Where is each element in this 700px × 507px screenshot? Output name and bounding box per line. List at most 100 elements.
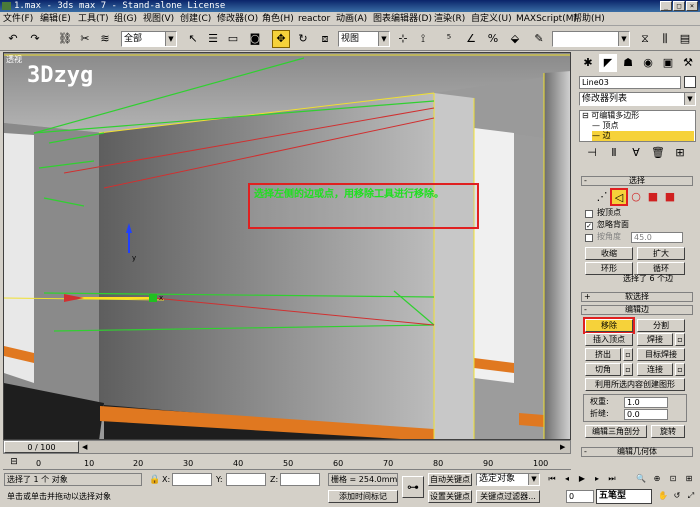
menu-help[interactable]: 帮助(H) [573, 13, 605, 25]
bind-space-warp-icon[interactable]: ≋ [96, 30, 114, 48]
maximize-button[interactable]: □ [673, 1, 685, 11]
by-angle-checkbox[interactable] [585, 234, 593, 242]
angle-snap-icon[interactable]: ∠ [462, 30, 480, 48]
track-bar[interactable]: ⊟ 0 10 20 30 40 50 60 70 80 90 100 [3, 455, 571, 470]
key-filters-button[interactable]: 关键点过滤器... [476, 490, 540, 503]
ignore-backfacing-checkbox[interactable]: ✓ [585, 222, 593, 230]
soft-selection-rollout-header[interactable]: + 软选择 [581, 292, 693, 302]
modifier-stack[interactable]: ⊟ 可编辑多边形 — 顶点 — 边 [579, 110, 696, 142]
edge-level-icon[interactable]: ◁ [610, 188, 628, 206]
menu-modifiers[interactable]: 修改器(O) [217, 13, 258, 25]
menu-reactor[interactable]: reactor [298, 13, 330, 25]
pivot-center-icon[interactable]: ⊹ [394, 30, 412, 48]
weight-spinner[interactable]: 1.0 [624, 397, 668, 408]
spinner-snap-icon[interactable]: ⬙ [506, 30, 524, 48]
current-frame-field[interactable]: 0 [566, 490, 594, 503]
show-end-result-icon[interactable]: Ⅱ [605, 144, 623, 162]
x-coordinate-field[interactable] [172, 473, 212, 486]
target-weld-button[interactable]: 目标焊接 [637, 348, 685, 361]
bridge-button[interactable]: 连接 [637, 363, 673, 376]
selection-rollout-header[interactable]: - 选择 [581, 176, 693, 186]
pan-icon[interactable]: ✋ [656, 489, 670, 503]
menu-character[interactable]: 角色(H) [262, 13, 294, 25]
menu-maxscript[interactable]: MAXScript(M) [516, 13, 577, 25]
menu-rendering[interactable]: 渲染(R) [434, 13, 465, 25]
menu-create[interactable]: 创建(C) [180, 13, 211, 25]
display-tab-icon[interactable]: ▣ [659, 54, 677, 72]
insert-vertex-button[interactable]: 插入顶点 [585, 333, 633, 346]
named-selection-set-field[interactable]: ▼ [552, 31, 630, 47]
crease-spinner[interactable]: 0.0 [624, 409, 668, 420]
arc-rotate-icon[interactable]: ↺ [670, 489, 684, 503]
open-mini-curve-editor-icon[interactable]: ⊟ [5, 453, 23, 471]
layer-manager-icon[interactable]: ▤ [676, 30, 694, 48]
perspective-viewport[interactable]: 透视 3Dzyg x y 选择左侧的边或点，用移除工具进行移除。 [3, 52, 571, 440]
make-unique-icon[interactable]: ∀ [627, 144, 645, 162]
menu-file[interactable]: 文件(F) [3, 13, 33, 25]
stack-item-editable-poly[interactable]: ⊟ 可编辑多边形 [582, 111, 639, 121]
select-and-scale-icon[interactable]: ⧈ [316, 30, 334, 48]
key-set-dropdown[interactable]: 选定对象 ▼ [476, 473, 540, 486]
key-mode-icon[interactable]: ⊶ [402, 476, 424, 498]
configure-modifier-sets-icon[interactable]: ⊞ [671, 144, 689, 162]
z-coordinate-field[interactable] [280, 473, 320, 486]
time-slider-track[interactable]: 0 / 100 ◀ ▶ [3, 440, 571, 454]
modify-tab-icon[interactable]: ◤ [599, 54, 617, 72]
unlink-icon[interactable]: ✂ [76, 30, 94, 48]
select-manipulate-icon[interactable]: ⟟ [414, 30, 432, 48]
select-and-move-icon[interactable]: ✥ [272, 30, 290, 48]
play-icon[interactable]: ▶ [575, 472, 589, 486]
percent-snap-icon[interactable]: % [484, 30, 502, 48]
mirror-icon[interactable]: ⧖ [636, 30, 654, 48]
minimize-button[interactable]: _ [660, 1, 672, 11]
next-frame-icon[interactable]: ▸ [590, 472, 604, 486]
time-next-icon[interactable]: ▶ [560, 443, 565, 451]
selection-filter-dropdown[interactable]: 全部 ▼ [121, 31, 177, 47]
hierarchy-tab-icon[interactable]: ☗ [619, 54, 637, 72]
menu-customize[interactable]: 自定义(U) [471, 13, 512, 25]
pin-stack-icon[interactable]: ⊣ [583, 144, 601, 162]
menu-views[interactable]: 视图(V) [143, 13, 174, 25]
motion-tab-icon[interactable]: ◉ [639, 54, 657, 72]
ime-indicator[interactable]: 五笔型 [596, 489, 652, 504]
set-key-button[interactable]: 设置关键点 [428, 490, 472, 503]
polygon-level-icon[interactable]: ■ [644, 188, 662, 206]
reference-coordinate-dropdown[interactable]: 视图 ▼ [338, 31, 390, 47]
rectangular-selection-icon[interactable]: ▭ [224, 30, 242, 48]
viewport-label[interactable]: 透视 [6, 55, 22, 65]
weld-settings-button[interactable]: ▫ [675, 333, 685, 346]
edit-geometry-rollout-header[interactable]: - 编辑几何体 [581, 447, 693, 457]
bridge-settings-button[interactable]: ▫ [675, 363, 685, 376]
angle-spinner[interactable]: 45.0 [631, 232, 683, 243]
border-level-icon[interactable]: ○ [627, 188, 645, 206]
redo-icon[interactable]: ↷ [26, 30, 44, 48]
time-prev-icon[interactable]: ◀ [82, 443, 87, 451]
utilities-tab-icon[interactable]: ⚒ [679, 54, 697, 72]
vertex-level-icon[interactable]: ⋰ [593, 188, 611, 206]
turn-button[interactable]: 旋转 [651, 425, 685, 438]
maximize-viewport-icon[interactable]: ⤢ [684, 489, 698, 503]
edit-triangulation-button[interactable]: 编辑三角剖分 [585, 425, 647, 438]
chamfer-settings-button[interactable]: ▫ [623, 363, 633, 376]
menu-tools[interactable]: 工具(T) [78, 13, 109, 25]
split-button[interactable]: 分割 [637, 319, 685, 332]
extrude-button[interactable]: 挤出 [585, 348, 621, 361]
object-name-field[interactable]: Line03 [579, 76, 681, 89]
chamfer-button[interactable]: 切角 [585, 363, 621, 376]
undo-icon[interactable]: ↶ [4, 30, 22, 48]
by-vertex-checkbox[interactable] [585, 210, 593, 218]
menu-group[interactable]: 组(G) [114, 13, 137, 25]
y-coordinate-field[interactable] [226, 473, 266, 486]
menu-animation[interactable]: 动画(A) [336, 13, 367, 25]
modifier-list-dropdown[interactable]: 修改器列表 ▼ [579, 92, 696, 106]
auto-key-button[interactable]: 自动关键点 [428, 473, 472, 486]
object-color-swatch[interactable] [684, 76, 696, 88]
menu-graph-editors[interactable]: 图表编辑器(D) [373, 13, 432, 25]
zoom-icon[interactable]: 🔍 [634, 472, 648, 486]
extrude-settings-button[interactable]: ▫ [623, 348, 633, 361]
remove-button[interactable]: 移除 [583, 317, 635, 334]
align-icon[interactable]: ⫼ [656, 30, 674, 48]
add-time-tag-button[interactable]: 添加时间标记 [328, 490, 398, 503]
snap-toggle-icon[interactable]: ⁵ [440, 30, 458, 48]
time-slider-thumb[interactable]: 0 / 100 [4, 441, 79, 453]
